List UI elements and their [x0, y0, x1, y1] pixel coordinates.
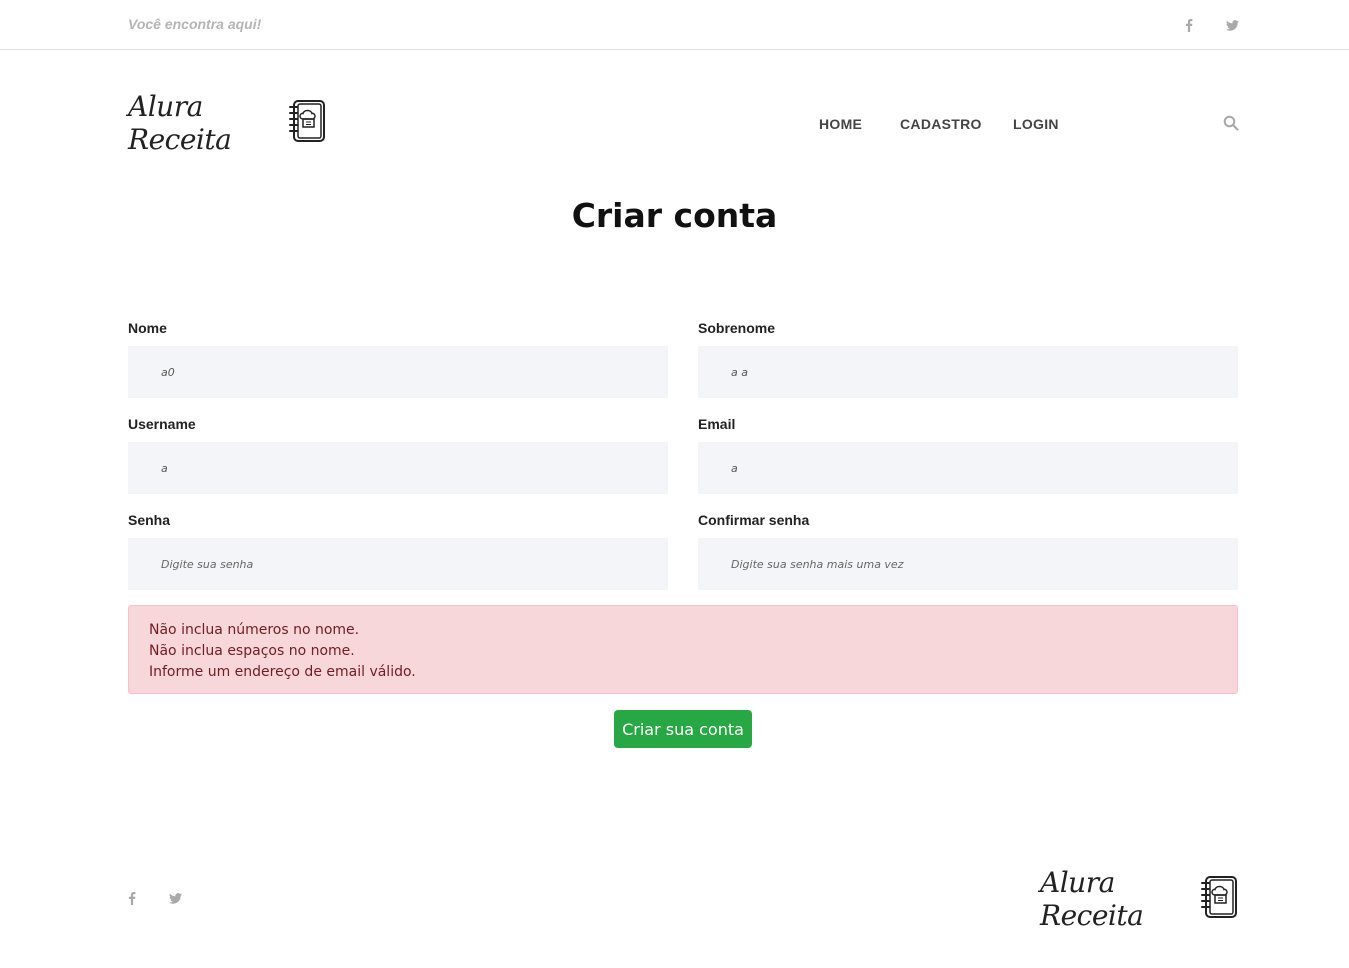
confirmar-senha-input[interactable]	[698, 538, 1238, 590]
footer-logo[interactable]: Alura Receita	[1040, 866, 1240, 932]
tagline: Você encontra aqui!	[128, 16, 262, 32]
top-bar: Você encontra aqui!	[0, 0, 1349, 50]
username-label: Username	[128, 416, 196, 432]
twitter-icon[interactable]	[167, 890, 183, 906]
create-account-button[interactable]: Criar sua conta	[614, 710, 752, 748]
error-message: Informe um endereço de email válido.	[149, 664, 416, 680]
site-logo[interactable]: Alura Receita	[128, 90, 328, 156]
confirmar-senha-label: Confirmar senha	[698, 512, 810, 528]
sobrenome-label: Sobrenome	[698, 320, 776, 336]
nome-label: Nome	[128, 320, 167, 336]
nav-cadastro[interactable]: CADASTRO	[900, 116, 982, 132]
logo-text: Alura Receita	[128, 90, 232, 156]
logo-text: Alura Receita	[1040, 866, 1144, 932]
senha-input[interactable]	[128, 538, 668, 590]
page-title: Criar conta	[571, 196, 778, 235]
recipe-book-icon	[1200, 875, 1240, 924]
nav-home[interactable]: HOME	[819, 116, 862, 132]
search-icon[interactable]	[1223, 115, 1240, 132]
username-input[interactable]	[128, 442, 668, 494]
error-message: Não inclua espaços no nome.	[149, 643, 355, 659]
twitter-icon[interactable]	[1223, 16, 1241, 34]
nav-login[interactable]: LOGIN	[1013, 116, 1059, 132]
senha-label: Senha	[128, 512, 171, 528]
email-input[interactable]	[698, 442, 1238, 494]
nome-input[interactable]	[128, 346, 668, 398]
sobrenome-input[interactable]	[698, 346, 1238, 398]
error-alert: Não inclua números no nome. Não inclua e…	[128, 605, 1238, 694]
facebook-icon[interactable]	[1180, 16, 1198, 34]
facebook-icon[interactable]	[124, 890, 140, 906]
recipe-book-icon	[288, 99, 328, 148]
email-label: Email	[698, 416, 736, 432]
error-message: Não inclua números no nome.	[149, 622, 360, 638]
